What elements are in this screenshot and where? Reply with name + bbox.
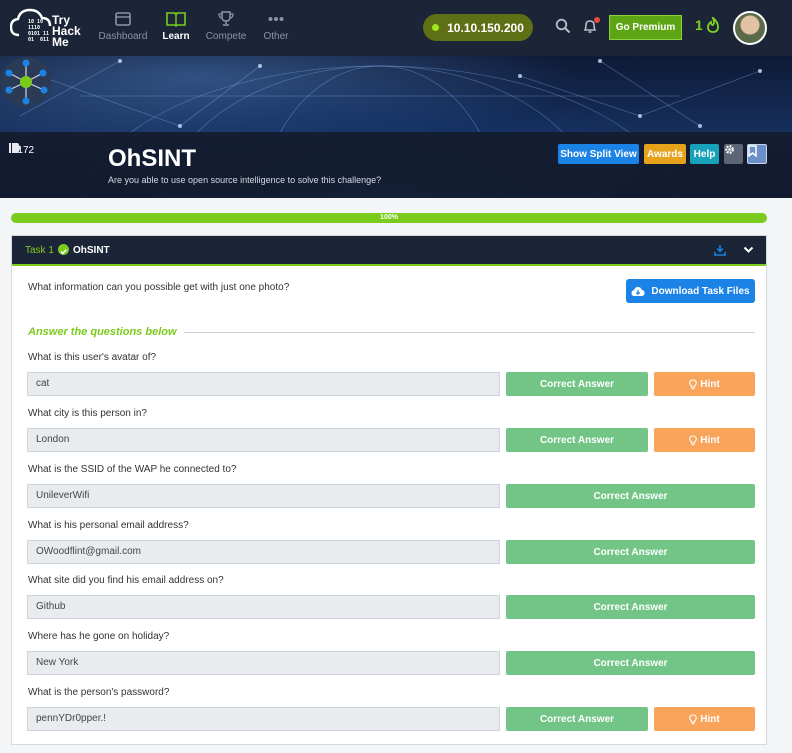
nav-compete-label: Compete bbox=[205, 31, 247, 42]
question-text: Where has he gone on holiday? bbox=[28, 631, 170, 642]
task-card: Task 1 OhSINT What information can you p… bbox=[11, 235, 767, 745]
hint-button[interactable]: Hint bbox=[654, 707, 755, 731]
task-number: Task 1 bbox=[25, 245, 54, 256]
chevron-down-icon[interactable] bbox=[743, 245, 754, 254]
answer-field[interactable]: London bbox=[27, 428, 500, 452]
top-navbar: 10 10 1110 0101 11 01 011 Try Hack Me Da… bbox=[0, 0, 792, 56]
lightbulb-icon bbox=[689, 713, 698, 724]
help-button[interactable]: Help bbox=[690, 144, 719, 164]
answer-field[interactable]: Github bbox=[27, 595, 500, 619]
trophy-icon bbox=[218, 11, 234, 26]
task-name: OhSINT bbox=[73, 245, 110, 256]
answer-field[interactable]: New York bbox=[27, 651, 500, 675]
settings-button[interactable] bbox=[724, 144, 743, 164]
nav-learn[interactable]: Learn bbox=[160, 10, 192, 42]
cloud-download-icon bbox=[631, 286, 645, 296]
status-dot-icon bbox=[432, 24, 440, 31]
ohsint-room-icon bbox=[1, 57, 51, 107]
logo-wordmark: Try Hack Me bbox=[52, 13, 81, 49]
flame-icon bbox=[706, 17, 719, 33]
hint-button[interactable]: Hint bbox=[654, 372, 755, 396]
correct-answer-button[interactable]: Correct Answer bbox=[506, 595, 755, 619]
nav-dashboard-label: Dashboard bbox=[98, 31, 148, 42]
nav-other[interactable]: Other bbox=[260, 10, 292, 42]
nav-other-label: Other bbox=[263, 31, 289, 42]
download-task-files-label: Download Task Files bbox=[651, 285, 750, 297]
answer-field[interactable]: pennYDr0pper.! bbox=[27, 707, 500, 731]
nav-compete[interactable]: Compete bbox=[203, 10, 249, 42]
tryhackme-logo[interactable]: 10 10 1110 0101 11 01 011 Try Hack Me bbox=[10, 6, 81, 50]
correct-answer-button[interactable]: Correct Answer bbox=[506, 707, 648, 731]
question-text: What city is this person in? bbox=[28, 408, 147, 419]
question-text: What site did you find his email address… bbox=[28, 575, 224, 586]
question-text: What is this user's avatar of? bbox=[28, 352, 157, 363]
correct-answer-button[interactable]: Correct Answer bbox=[506, 428, 648, 452]
go-premium-button[interactable]: Go Premium bbox=[609, 15, 682, 40]
task-header[interactable]: Task 1 OhSINT bbox=[12, 236, 766, 266]
correct-answer-button[interactable]: Correct Answer bbox=[506, 484, 755, 508]
bookmark-icon bbox=[748, 145, 757, 157]
nav-dashboard[interactable]: Dashboard bbox=[97, 10, 149, 42]
download-icon[interactable] bbox=[714, 244, 726, 256]
book-icon bbox=[166, 12, 186, 27]
room-banner: 3172 OhSINT Are you able to use open sou… bbox=[0, 56, 792, 198]
gear-icon bbox=[725, 145, 734, 154]
search-icon[interactable] bbox=[555, 18, 571, 34]
hint-label: Hint bbox=[700, 378, 720, 390]
question-text: What is the person's password? bbox=[28, 687, 170, 698]
hint-label: Hint bbox=[700, 434, 720, 446]
correct-answer-button[interactable]: Correct Answer bbox=[506, 540, 755, 564]
machine-ip-pill[interactable]: 10.10.150.200 bbox=[423, 14, 533, 41]
hint-button[interactable]: Hint bbox=[654, 428, 755, 452]
dashboard-icon bbox=[115, 12, 131, 26]
logo-binary: 10 10 1110 0101 11 01 011 bbox=[28, 19, 50, 43]
awards-button[interactable]: Awards bbox=[644, 144, 686, 164]
answer-field[interactable]: OWoodflint@gmail.com bbox=[27, 540, 500, 564]
task-description: What information can you possible get wi… bbox=[28, 282, 290, 293]
show-split-view-button[interactable]: Show Split View bbox=[558, 144, 639, 164]
check-circle-icon bbox=[58, 244, 69, 255]
nav-learn-label: Learn bbox=[162, 31, 190, 42]
correct-answer-button[interactable]: Correct Answer bbox=[506, 651, 755, 675]
question-text: What is the SSID of the WAP he connected… bbox=[28, 464, 237, 475]
lightbulb-icon bbox=[689, 434, 698, 445]
correct-answer-button[interactable]: Correct Answer bbox=[506, 372, 648, 396]
notification-dot bbox=[594, 17, 600, 23]
hint-label: Hint bbox=[700, 713, 720, 725]
question-text: What is his personal email address? bbox=[28, 520, 189, 531]
room-subtitle: Are you able to use open source intellig… bbox=[108, 175, 382, 185]
user-avatar[interactable] bbox=[733, 11, 767, 45]
streak-counter[interactable]: 1 bbox=[695, 17, 720, 33]
room-title: OhSINT bbox=[108, 145, 196, 172]
vote-widget: 3172 bbox=[8, 142, 38, 159]
answer-field[interactable]: cat bbox=[27, 372, 500, 396]
lightbulb-icon bbox=[689, 378, 698, 389]
bookmark-button[interactable] bbox=[747, 144, 767, 164]
progress-fill: 100% bbox=[11, 213, 767, 223]
answer-heading: Answer the questions below bbox=[28, 326, 177, 338]
streak-count: 1 bbox=[695, 17, 703, 33]
answer-field[interactable]: UnileverWifi bbox=[27, 484, 500, 508]
thumbs-down-icon[interactable] bbox=[8, 142, 21, 154]
machine-ip: 10.10.150.200 bbox=[447, 20, 524, 35]
more-icon bbox=[268, 17, 284, 21]
room-progress-bar: 100% bbox=[11, 213, 767, 223]
answer-divider bbox=[184, 332, 755, 333]
download-task-files-button[interactable]: Download Task Files bbox=[626, 279, 755, 303]
